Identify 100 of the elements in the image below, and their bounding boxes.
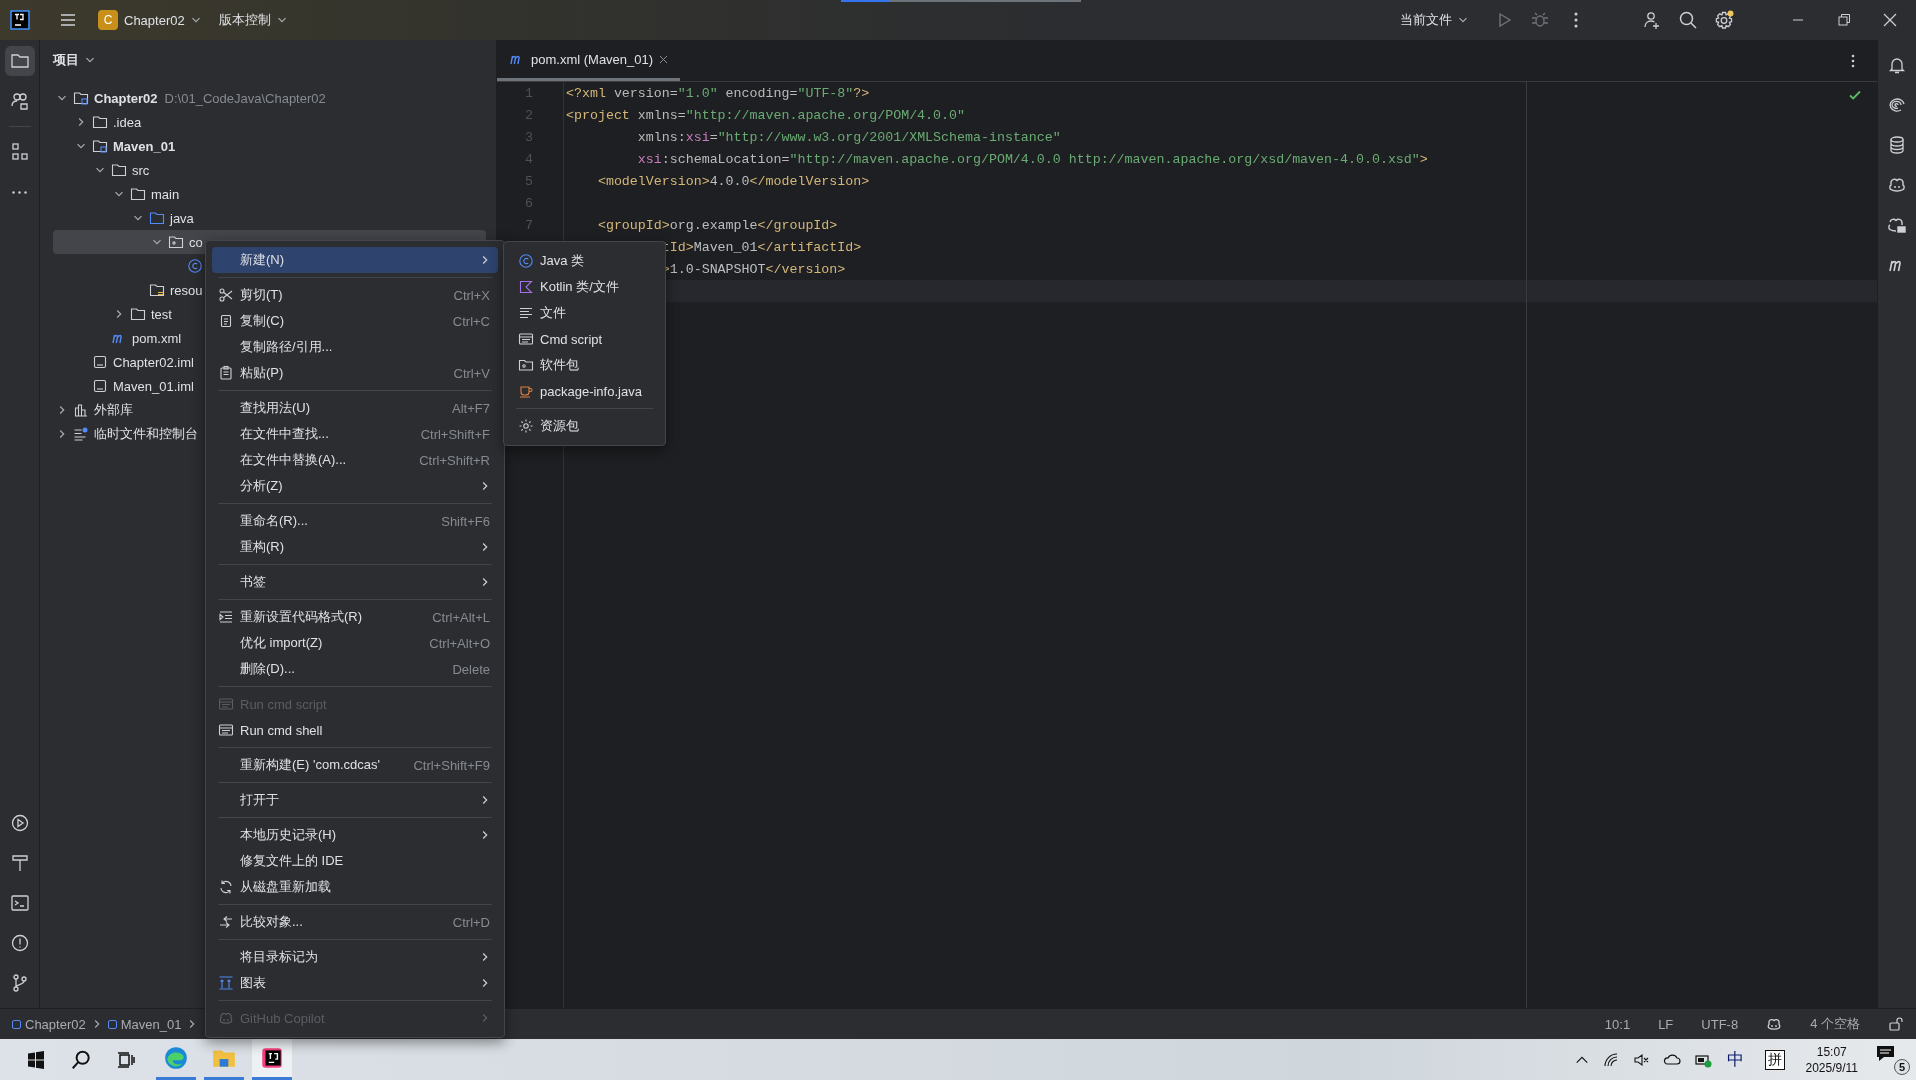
chevron-icon[interactable] xyxy=(152,237,162,247)
menu-item[interactable]: 书签 xyxy=(212,569,498,595)
tree-item[interactable]: co xyxy=(189,234,203,250)
menu-item[interactable]: 重新构建(E) 'com.cdcas' Ctrl+Shift+F9 xyxy=(212,752,498,778)
menu-item[interactable]: 从磁盘重新加载 xyxy=(212,874,498,900)
windows-start-icon[interactable] xyxy=(26,1049,46,1070)
spiral-icon[interactable] xyxy=(1887,95,1907,115)
menu-item[interactable]: 本地历史记录(H) xyxy=(212,822,498,848)
settings-icon[interactable] xyxy=(1714,10,1734,30)
menu-item[interactable]: Kotlin 类/文件 xyxy=(510,274,659,300)
menu-item[interactable]: 删除(D)... Delete xyxy=(212,656,498,682)
chevron-icon[interactable] xyxy=(57,405,67,415)
search-icon[interactable] xyxy=(70,1048,92,1071)
check-icon[interactable] xyxy=(1848,88,1862,102)
breadcrumb[interactable]: Maven_01 xyxy=(107,1016,182,1032)
menu-item[interactable]: 文件 xyxy=(510,300,659,326)
tree-item[interactable]: Maven_01.iml xyxy=(113,378,194,394)
chevron-icon[interactable] xyxy=(76,141,86,151)
tree-item[interactable]: 外部库 xyxy=(94,401,133,419)
tree-item[interactable]: .idea xyxy=(113,114,142,130)
run-config-menu[interactable]: 当前文件 xyxy=(1400,11,1468,29)
database-icon[interactable] xyxy=(1887,135,1907,155)
editor-tab[interactable]: pom.xml (Maven_01) xyxy=(497,40,681,81)
menu-item[interactable]: 在文件中替换(A)... Ctrl+Shift+R xyxy=(212,447,498,473)
menu-item[interactable]: 查找用法(U) Alt+F7 xyxy=(212,395,498,421)
input-mode[interactable]: 中 xyxy=(1726,1048,1744,1071)
close-icon[interactable] xyxy=(659,54,669,64)
chevron-icon[interactable] xyxy=(114,189,124,199)
chevron-icon[interactable] xyxy=(1458,15,1468,25)
chevron-icon xyxy=(480,481,490,491)
tree-item[interactable]: resou xyxy=(170,282,203,298)
tool-window-button[interactable] xyxy=(4,46,35,76)
project-switcher[interactable]: C Chapter02 xyxy=(98,10,201,30)
menu-item[interactable]: Run cmd shell xyxy=(212,717,498,743)
tree-item[interactable]: test xyxy=(151,306,172,322)
menu-item[interactable]: 修复文件上的 IDE xyxy=(212,848,498,874)
bug-icon[interactable] xyxy=(1530,10,1550,30)
goggles-icon[interactable] xyxy=(1766,1016,1783,1032)
chevron-icon[interactable] xyxy=(57,93,67,103)
chevron-icon[interactable] xyxy=(276,15,287,25)
tree-item[interactable]: Chapter02 xyxy=(94,90,158,106)
breadcrumb[interactable]: Chapter02 xyxy=(12,1016,86,1032)
menu-item[interactable]: 将目录标记为 xyxy=(212,944,498,970)
books-icon xyxy=(73,402,89,418)
taskbar-app[interactable] xyxy=(252,1039,292,1080)
terminal-icon[interactable] xyxy=(9,893,30,913)
menu-item[interactable]: 分析(Z) xyxy=(212,473,498,499)
class-icon xyxy=(518,253,534,269)
menu-item[interactable]: 剪切(T) Ctrl+X xyxy=(212,282,498,308)
menu-item[interactable]: 复制(C) Ctrl+C xyxy=(212,308,498,334)
menu-item[interactable]: 比较对象... Ctrl+D xyxy=(212,909,498,935)
menu-item[interactable]: 复制路径/引用... xyxy=(212,334,498,360)
add-user-icon[interactable] xyxy=(1642,10,1662,30)
menu-item[interactable]: 图表 xyxy=(212,970,498,996)
run-icon[interactable] xyxy=(9,813,30,833)
menu-item[interactable]: 重命名(R)... Shift+F6 xyxy=(212,508,498,534)
chevron-icon[interactable] xyxy=(57,429,67,439)
menu-item[interactable]: 新建(N) xyxy=(212,247,498,273)
vcs-menu[interactable]: 版本控制 xyxy=(218,11,287,29)
app-logo-icon[interactable] xyxy=(10,10,30,30)
cursor-position[interactable]: 10:1 xyxy=(1604,1016,1631,1032)
tree-item[interactable]: Chapter02.iml xyxy=(113,354,194,370)
menu-item[interactable]: 粘贴(P) Ctrl+V xyxy=(212,360,498,386)
chevron-icon[interactable] xyxy=(95,165,105,175)
search-icon[interactable] xyxy=(1678,10,1698,30)
menu-item[interactable]: 软件包 xyxy=(510,352,659,378)
bell-icon[interactable] xyxy=(1887,55,1907,75)
menu-item[interactable]: Java 类 xyxy=(510,248,659,274)
input-method[interactable]: 拼 xyxy=(1764,1049,1785,1070)
menu-item[interactable]: 资源包 xyxy=(510,413,659,439)
panel-title[interactable]: 项目 xyxy=(53,51,95,69)
lock-icon[interactable] xyxy=(1888,1016,1904,1032)
indent-setting[interactable]: 4 个空格 xyxy=(1810,1015,1860,1033)
menu-item[interactable]: 打开于 xyxy=(212,787,498,813)
clock[interactable]: 15:07 2025/9/11 xyxy=(1805,1043,1858,1076)
menu-item[interactable]: package-info.java xyxy=(510,378,659,404)
tree-item[interactable]: src xyxy=(132,162,150,178)
tree-item[interactable]: java xyxy=(170,210,194,226)
menu-item[interactable]: 重构(R) xyxy=(212,534,498,560)
menu-item[interactable]: Cmd script xyxy=(510,326,659,352)
line-separator[interactable]: LF xyxy=(1658,1016,1674,1032)
muted-speaker-icon[interactable] xyxy=(1632,1051,1649,1068)
chevron-icon[interactable] xyxy=(85,55,95,65)
chevron-icon[interactable] xyxy=(76,117,86,127)
wifi-icon[interactable] xyxy=(1602,1051,1619,1068)
hammer-icon[interactable] xyxy=(9,853,30,873)
tree-item[interactable]: pom.xml xyxy=(132,330,182,346)
chevron-icon[interactable] xyxy=(190,15,201,25)
problems-icon[interactable] xyxy=(9,933,30,953)
tree-item[interactable]: 临时文件和控制台 xyxy=(94,425,198,443)
tree-item[interactable]: main xyxy=(151,186,180,202)
menu-item[interactable]: 在文件中查找... Ctrl+Shift+F xyxy=(212,421,498,447)
chevron-icon[interactable] xyxy=(114,309,124,319)
file-encoding[interactable]: UTF-8 xyxy=(1701,1016,1739,1032)
chevron-icon[interactable] xyxy=(133,213,143,223)
tree-item[interactable]: Maven_01 xyxy=(113,138,176,154)
menu-item[interactable]: 优化 import(Z) Ctrl+Alt+O xyxy=(212,630,498,656)
more-icon[interactable] xyxy=(1851,52,1855,69)
menu-item[interactable]: 重新设置代码格式(R) Ctrl+Alt+L xyxy=(212,604,498,630)
task-view-icon[interactable] xyxy=(116,1049,136,1070)
